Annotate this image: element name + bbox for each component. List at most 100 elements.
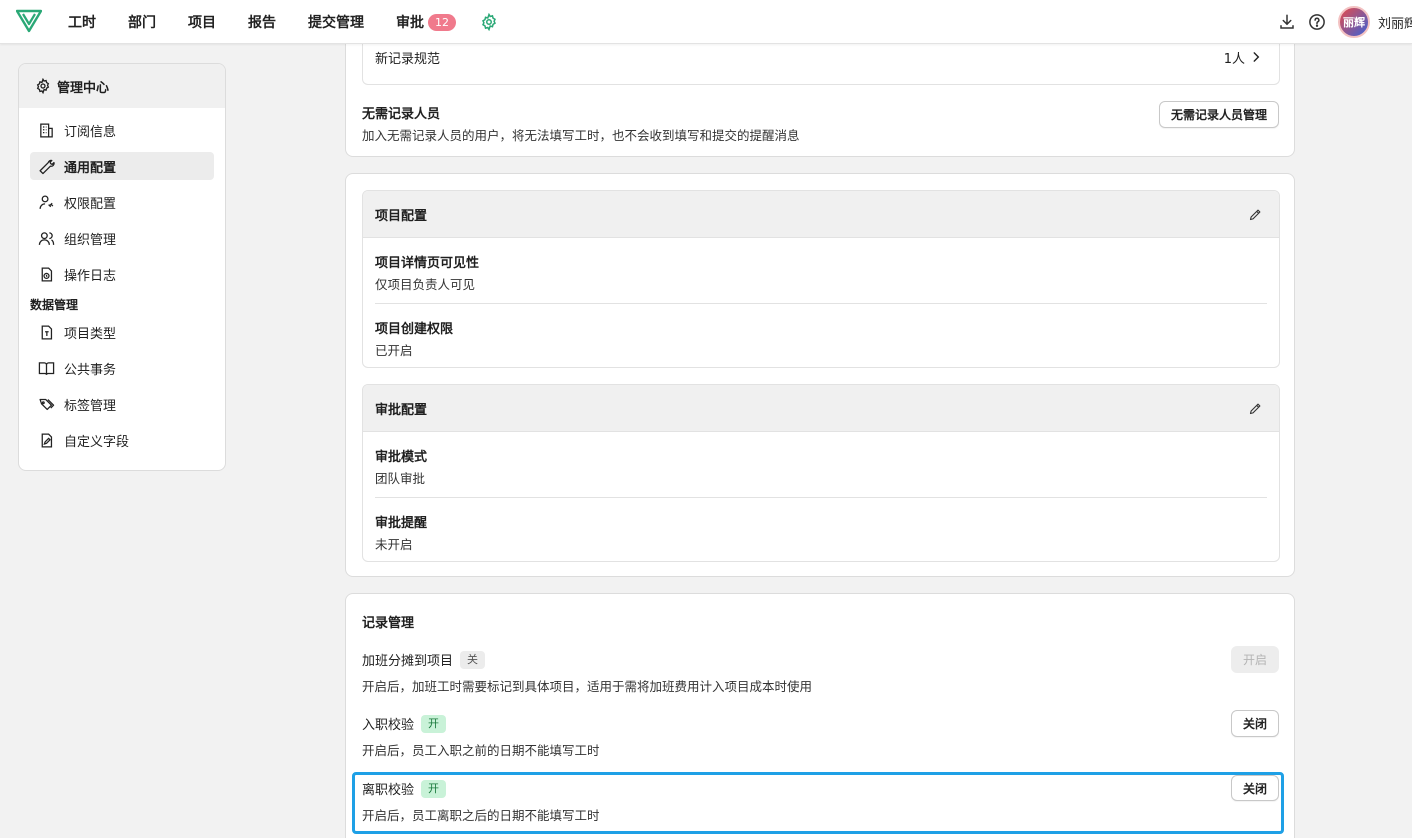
config-value: 已开启 xyxy=(375,343,413,358)
project-config-body: 项目详情页可见性 仅项目负责人可见 项目创建权限 已开启 xyxy=(363,238,1279,367)
nav-label: 工时 xyxy=(68,15,96,31)
setting-title: 加班分摊到项目 关 xyxy=(362,650,1280,669)
sidebar-item-label: 权限配置 xyxy=(64,196,117,212)
nav-item-approval[interactable]: 审批 12 xyxy=(396,12,456,32)
sidebar-item-label: 通用配置 xyxy=(64,160,117,176)
top-right-tools: 丽辉 刘丽辉 xyxy=(1278,0,1412,44)
sidebar-item-subscription[interactable]: 订阅信息 xyxy=(30,116,214,144)
approval-reminder-item: 审批提醒 未开启 xyxy=(375,497,1267,561)
nav-label: 项目 xyxy=(188,15,216,31)
config-label: 项目详情页可见性 xyxy=(375,256,480,271)
project-visibility-item: 项目详情页可见性 仅项目负责人可见 xyxy=(375,238,1267,303)
config-label: 审批提醒 xyxy=(375,516,428,531)
sidebar-menu: 订阅信息 通用配置 权限配置 组织管理 操作日志 数据管理 项目类型 公共事务 xyxy=(19,108,225,454)
sidebar-header: 管理中心 xyxy=(19,64,225,108)
nav-item-project[interactable]: 项目 xyxy=(188,12,216,32)
rule-count: 1人 xyxy=(1223,51,1245,67)
top-navigation-bar: 工时 部门 项目 报告 提交管理 审批 12 丽辉 刘丽辉 xyxy=(0,0,1412,44)
project-config-header: 项目配置 xyxy=(363,191,1279,238)
sidebar-item-public-affairs[interactable]: 公共事务 xyxy=(30,354,214,382)
approval-mode-item: 审批模式 团队审批 xyxy=(375,432,1267,497)
rule-value: 1人 xyxy=(1224,48,1263,67)
chevron-right-icon xyxy=(1253,52,1260,62)
enable-overtime-button[interactable]: 开启 xyxy=(1231,646,1279,673)
rule-label: 新记录规范 xyxy=(375,51,441,67)
setting-label: 加班分摊到项目 xyxy=(362,654,454,669)
sidebar-item-label: 操作日志 xyxy=(64,268,117,284)
overtime-allocation-setting: 加班分摊到项目 关 开启后，加班工时需要标记到具体项目，适用于需将加班费用计入项… xyxy=(362,650,1280,695)
admin-sidebar: 管理中心 订阅信息 通用配置 权限配置 组织管理 操作日志 数据管理 项目类型 xyxy=(18,63,226,471)
project-config-title: 项目配置 xyxy=(375,208,428,224)
sidebar-item-label: 自定义字段 xyxy=(64,434,130,450)
sidebar-item-permissions[interactable]: 权限配置 xyxy=(30,188,214,216)
setting-description: 开启后，员工离职之后的日期不能填写工时 xyxy=(362,808,600,823)
record-management-title: 记录管理 xyxy=(362,616,415,631)
main-nav: 工时 部门 项目 报告 提交管理 审批 12 xyxy=(68,0,498,44)
sidebar-item-label: 订阅信息 xyxy=(64,124,117,140)
log-file-icon xyxy=(41,266,53,282)
config-label: 审批模式 xyxy=(375,450,428,465)
nav-item-worktime[interactable]: 工时 xyxy=(68,12,96,32)
edit-pencil-icon[interactable] xyxy=(1248,207,1263,222)
approval-config-header: 审批配置 xyxy=(363,385,1279,432)
setting-label: 离职校验 xyxy=(362,783,415,798)
disable-onboarding-check-button[interactable]: 关闭 xyxy=(1231,710,1279,737)
user-name[interactable]: 刘丽辉 xyxy=(1378,13,1412,32)
nav-item-report[interactable]: 报告 xyxy=(248,12,276,32)
nav-item-submission[interactable]: 提交管理 xyxy=(308,12,364,32)
setting-description: 开启后，加班工时需要标记到具体项目，适用于需将加班费用计入项目成本时使用 xyxy=(362,679,813,694)
app-logo-icon[interactable] xyxy=(16,9,42,33)
config-value: 团队审批 xyxy=(375,471,426,486)
user-key-icon xyxy=(39,194,54,209)
sidebar-item-custom-fields[interactable]: 自定义字段 xyxy=(30,426,214,454)
sidebar-title: 管理中心 xyxy=(57,80,110,96)
sidebar-item-label: 组织管理 xyxy=(64,232,117,248)
user-avatar[interactable]: 丽辉 xyxy=(1338,6,1370,38)
gear-icon xyxy=(36,78,50,94)
setting-title: 离职校验 开 xyxy=(362,779,1281,798)
file-edit-icon xyxy=(41,432,53,448)
file-type-icon xyxy=(41,324,53,340)
config-value: 仅项目负责人可见 xyxy=(375,277,476,292)
onboarding-check-setting: 入职校验 开 开启后，员工入职之前的日期不能填写工时 xyxy=(362,714,1280,759)
approval-count-badge: 12 xyxy=(428,13,456,31)
help-icon[interactable] xyxy=(1308,13,1326,31)
config-card: 项目配置 项目详情页可见性 仅项目负责人可见 项目创建权限 已开启 审批配置 审… xyxy=(345,173,1295,577)
sidebar-item-project-type[interactable]: 项目类型 xyxy=(30,318,214,346)
wrench-icon xyxy=(39,159,55,174)
project-config-panel: 项目配置 项目详情页可见性 仅项目负责人可见 项目创建权限 已开启 xyxy=(362,190,1280,368)
sidebar-item-operation-log[interactable]: 操作日志 xyxy=(30,260,214,288)
config-label: 项目创建权限 xyxy=(375,322,454,337)
status-tag-on: 开 xyxy=(421,779,447,798)
disable-offboarding-check-button[interactable]: 关闭 xyxy=(1231,775,1279,801)
status-tag-off: 关 xyxy=(460,650,486,669)
nav-label: 提交管理 xyxy=(308,15,364,31)
download-icon[interactable] xyxy=(1278,13,1296,31)
setting-label: 入职校验 xyxy=(362,718,415,733)
edit-pencil-icon[interactable] xyxy=(1248,401,1263,416)
exempt-manage-button[interactable]: 无需记录人员管理 xyxy=(1159,101,1279,128)
sidebar-item-label: 公共事务 xyxy=(64,362,117,378)
exempt-section: 无需记录人员 加入无需记录人员的用户，将无法填写工时，也不会收到填写和提交的提醒… xyxy=(362,103,800,144)
sidebar-item-tags[interactable]: 标签管理 xyxy=(30,390,214,418)
exempt-description: 加入无需记录人员的用户，将无法填写工时，也不会收到填写和提交的提醒消息 xyxy=(362,128,800,143)
setting-title: 入职校验 开 xyxy=(362,714,1280,733)
sidebar-item-organization[interactable]: 组织管理 xyxy=(30,224,214,252)
sidebar-item-general-config[interactable]: 通用配置 xyxy=(30,152,214,180)
users-icon xyxy=(38,231,55,245)
approval-config-body: 审批模式 团队审批 审批提醒 未开启 xyxy=(363,432,1279,561)
sidebar-item-label: 项目类型 xyxy=(64,326,117,342)
offboarding-check-setting[interactable]: 离职校验 开 开启后，员工离职之后的日期不能填写工时 xyxy=(352,772,1284,834)
approval-config-panel: 审批配置 审批模式 团队审批 审批提醒 未开启 xyxy=(362,384,1280,562)
project-create-permission-item: 项目创建权限 已开启 xyxy=(375,303,1267,367)
nav-item-department[interactable]: 部门 xyxy=(128,12,156,32)
settings-gear-icon[interactable] xyxy=(480,13,498,31)
exempt-title: 无需记录人员 xyxy=(362,107,441,122)
status-tag-on: 开 xyxy=(421,714,447,733)
nav-label: 审批 xyxy=(396,15,424,31)
building-icon xyxy=(40,122,53,138)
record-management-card: 记录管理 加班分摊到项目 关 开启后，加班工时需要标记到具体项目，适用于需将加班… xyxy=(345,593,1295,838)
sidebar-item-label: 标签管理 xyxy=(64,398,117,414)
config-value: 未开启 xyxy=(375,537,413,552)
approval-config-title: 审批配置 xyxy=(375,402,428,418)
